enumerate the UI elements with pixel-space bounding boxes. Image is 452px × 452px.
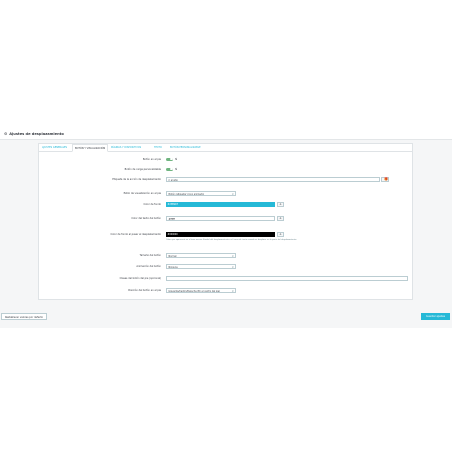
footer-position-label: Posición del botón en el pie	[128, 289, 161, 292]
text-color-picker-button[interactable]: ⚙	[277, 216, 284, 221]
hover-bg-color-help: Color que aparecerá en el área oscura (f…	[166, 239, 297, 241]
footer-button-toggle[interactable]	[166, 157, 173, 161]
scroll-action-label: Etiqueta de la acción de desplazamiento	[112, 178, 161, 181]
tab-general[interactable]: AJUSTES GENERALES	[42, 146, 67, 149]
save-settings-button[interactable]: Guardar ajustes	[421, 313, 450, 320]
page-title: ⚙ Ajustes de desplazamiento	[4, 131, 64, 136]
bg-color-picker-button[interactable]: ⚙	[277, 202, 284, 207]
custom-button-label: Botón de carga personalizable	[124, 168, 161, 171]
tab-bar: AJUSTES GENERALES BOTÓN Y VISUALIZACIÓN …	[39, 144, 412, 152]
footer-classes-label: Clases del botón del pie (opcional)	[119, 277, 161, 280]
reset-defaults-button[interactable]: Restablecer valores por defecto	[1, 313, 48, 320]
gift-icon[interactable]: 🎁	[384, 177, 388, 181]
settings-icon: ⚙	[4, 131, 8, 136]
bg-color-input[interactable]: #25B9D7	[166, 202, 275, 207]
button-animation-select[interactable]: Ninguna	[166, 264, 236, 269]
text-color-input[interactable]: #ffffff	[166, 216, 275, 221]
hover-bg-color-input[interactable]: #000000	[166, 232, 275, 237]
display-style-select[interactable]: Botón (etiquetar icono animado)	[166, 191, 236, 196]
footer-position-select[interactable]: Izquierda/Centro/Derecha (En el centro d…	[166, 288, 236, 293]
button-size-select[interactable]: Normal	[166, 253, 236, 258]
tab-text[interactable]: TEXTO	[154, 146, 162, 149]
text-color-label: Color del texto del botón	[131, 217, 161, 220]
tab-custom-button[interactable]: BOTÓN PERSONALIZABLE	[170, 146, 201, 149]
hover-bg-color-picker-button[interactable]: ⚙	[277, 232, 284, 237]
tab-pages-devices[interactable]: PÁGINAS Y DISPOSITIVOS	[111, 146, 141, 149]
footer-button-label: Botón en el pie	[142, 158, 161, 161]
custom-button-toggle-text: SÍ	[175, 168, 178, 171]
page-title-text: Ajustes de desplazamiento	[9, 132, 64, 136]
hover-bg-color-label: Color de fondo al pasar el desplazamient…	[110, 233, 161, 236]
scroll-action-input[interactable]: ir al sitio	[166, 177, 380, 182]
button-animation-label: Animación del botón	[136, 265, 161, 268]
footer-button-toggle-text: SÍ	[175, 158, 178, 161]
palette-icon: ⚙	[279, 217, 282, 220]
settings-card: AJUSTES GENERALES BOTÓN Y VISUALIZACIÓN …	[38, 143, 413, 300]
bg-color-label: Color de fondo	[143, 203, 161, 206]
button-size-label: Tamaño del botón	[139, 254, 161, 257]
footer-classes-input[interactable]	[166, 276, 408, 281]
palette-icon: ⚙	[279, 233, 282, 236]
custom-button-toggle[interactable]	[166, 167, 173, 171]
tab-button-display[interactable]: BOTÓN Y VISUALIZACIÓN	[72, 144, 109, 152]
display-style-label: Estilo de visualización en el pie	[123, 192, 161, 195]
palette-icon: ⚙	[279, 203, 282, 206]
panel-header: ⚙ Ajustes de desplazamiento	[0, 128, 452, 140]
